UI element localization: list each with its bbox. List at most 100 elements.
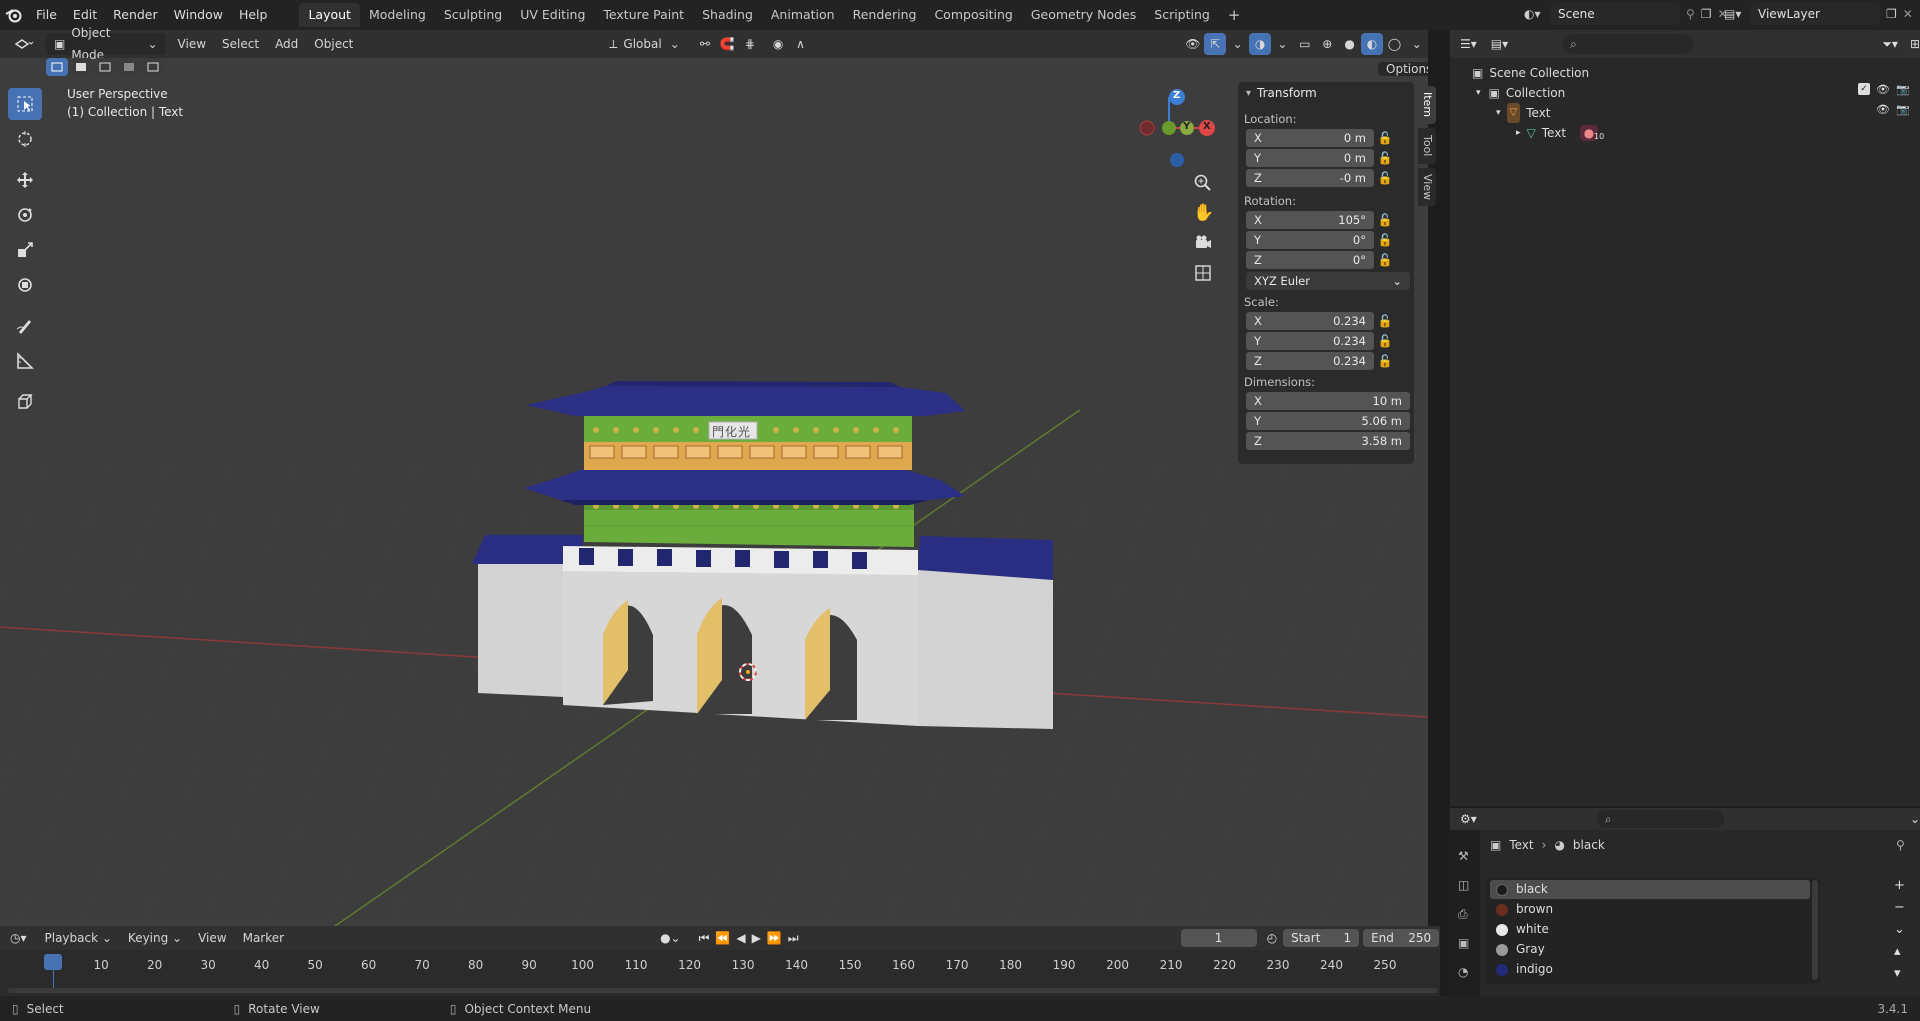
menu-object[interactable]: Object [306, 33, 361, 55]
scale-z-field[interactable]: Z 0.234 [1246, 351, 1374, 370]
pin-icon[interactable]: ⚲ [1686, 7, 1695, 21]
scene-selector[interactable]: ◐▾ Scene ⚲ ❐ ✕ [1524, 3, 1728, 25]
delete-viewlayer-icon[interactable]: ✕ [1903, 7, 1913, 21]
checkbox-icon[interactable]: ✓ [1858, 83, 1870, 95]
zoom-icon[interactable] [1193, 173, 1213, 193]
rotation-mode-dropdown[interactable]: XYZ Euler ⌄ [1246, 271, 1410, 290]
camera-icon[interactable]: 📷 [1896, 83, 1910, 96]
lock-icon[interactable]: 🔓 [1374, 352, 1396, 370]
jump-end-icon[interactable]: ⏭ [788, 931, 799, 946]
gizmo-z-label[interactable]: Z [1173, 90, 1180, 101]
viewlayer-selector[interactable]: ▤▾ ViewLayer ❐ ✕ [1724, 3, 1913, 25]
annotate-tool-icon[interactable] [8, 310, 42, 342]
list-scrollbar[interactable] [1812, 880, 1818, 980]
select-invert-icon[interactable] [118, 58, 140, 76]
shading-dropdown-icon[interactable]: ⌄ [1406, 33, 1428, 55]
remove-slot-icon[interactable]: − [1894, 898, 1905, 918]
ortho-grid-icon[interactable] [1193, 263, 1213, 283]
menu-file[interactable]: File [28, 0, 65, 30]
scene-name-field[interactable]: Scene [1550, 3, 1680, 25]
material-shading-icon[interactable]: ◐ [1360, 33, 1384, 55]
falloff-icon[interactable]: ∧ [789, 33, 811, 55]
tab-texture-paint[interactable]: Texture Paint [594, 3, 693, 27]
outliner-editor-icon[interactable]: ☰▾ [1460, 37, 1477, 51]
scale-tool-icon[interactable] [8, 234, 42, 266]
dimensions-x-field[interactable]: X 10 m [1246, 391, 1410, 410]
tab-tool[interactable]: Tool [1418, 128, 1436, 164]
select-intersect-icon[interactable] [142, 58, 164, 76]
options-button[interactable]: Options [1378, 62, 1428, 76]
expand-icon[interactable]: ▾ [1476, 83, 1481, 103]
jump-start-icon[interactable]: ⏮ [699, 931, 710, 946]
location-z-field[interactable]: Z -0 m [1246, 168, 1374, 187]
start-frame-field[interactable]: Start 1 [1283, 929, 1360, 947]
clock-icon[interactable]: ◴ [1267, 931, 1277, 945]
scene-collection-label[interactable]: Scene Collection [1489, 63, 1589, 83]
select-subtract-icon[interactable] [94, 58, 116, 76]
gizmo-dropdown-icon[interactable]: ⌄ [1226, 33, 1248, 55]
viewlayer-name-field[interactable]: ViewLayer [1750, 3, 1880, 25]
object-label[interactable]: Text [1526, 103, 1550, 123]
orientation-dropdown[interactable]: ⟂ Global ⌄ [601, 33, 687, 55]
tab-uv-editing[interactable]: UV Editing [511, 3, 594, 27]
scale-x-field[interactable]: X 0.234 [1246, 311, 1374, 330]
display-mode-icon[interactable]: ▤▾ [1491, 37, 1508, 51]
menu-window[interactable]: Window [166, 0, 231, 30]
filter-icon[interactable]: ⏷▾ [1882, 37, 1898, 52]
cursor-tool-icon[interactable] [8, 123, 42, 155]
dimensions-y-field[interactable]: Y 5.06 m [1246, 411, 1410, 430]
eye-icon[interactable]: 👁 [1876, 83, 1890, 96]
gizmo-toggle-icon[interactable]: ⇱ [1204, 33, 1227, 55]
add-workspace-icon[interactable]: + [1219, 3, 1250, 27]
tab-sculpting[interactable]: Sculpting [435, 3, 511, 27]
overlays-dropdown-icon[interactable]: ⌄ [1271, 33, 1293, 55]
lock-icon[interactable]: 🔓 [1374, 149, 1396, 167]
data-label[interactable]: Text [1542, 123, 1566, 143]
lock-icon[interactable]: 🔓 [1374, 169, 1396, 187]
tab-modeling[interactable]: Modeling [360, 3, 435, 27]
properties-search-input[interactable]: ⌕ [1596, 810, 1724, 828]
play-icon[interactable]: ▶ [752, 931, 761, 945]
eye-icon[interactable]: 👁 [1876, 103, 1890, 116]
material-slot-black[interactable]: black [1490, 880, 1810, 899]
mode-dropdown[interactable]: ▣ Object Mode ⌄ [45, 26, 166, 62]
lock-icon[interactable]: 🔓 [1374, 129, 1396, 147]
view-layer-props-icon[interactable]: ▣ [1458, 929, 1469, 958]
solid-shading-icon[interactable]: ● [1338, 33, 1360, 55]
tab-shading[interactable]: Shading [693, 3, 762, 27]
menu-marker[interactable]: Marker [235, 927, 292, 949]
transform-tool-icon[interactable] [8, 269, 42, 301]
scene-props-icon[interactable]: ◔ [1458, 958, 1469, 987]
collection-label[interactable]: Collection [1506, 83, 1565, 103]
gizmo-y-label[interactable]: Y [1183, 121, 1190, 132]
add-cube-tool-icon[interactable] [8, 386, 42, 418]
new-viewlayer-icon[interactable]: ❐ [1886, 7, 1897, 21]
select-box-tool-icon[interactable] [8, 88, 42, 120]
current-frame-field[interactable]: 1 [1180, 929, 1257, 947]
tab-rendering[interactable]: Rendering [844, 3, 926, 27]
rotation-y-field[interactable]: Y 0° [1246, 230, 1374, 249]
output-props-icon[interactable]: ⎙ [1458, 900, 1469, 929]
lock-icon[interactable]: 🔓 [1374, 332, 1396, 350]
lock-icon[interactable]: 🔓 [1374, 312, 1396, 330]
new-scene-icon[interactable]: ❐ [1701, 7, 1712, 21]
lock-icon[interactable]: 🔓 [1374, 251, 1396, 269]
material-slot-indigo[interactable]: indigo [1490, 960, 1810, 979]
new-collection-icon[interactable]: ⊞ [1910, 37, 1920, 51]
wireframe-shading-icon[interactable]: ⊕ [1316, 33, 1338, 55]
xray-icon[interactable]: ▭ [1294, 33, 1316, 55]
menu-playback[interactable]: Playback ⌄ [37, 927, 120, 949]
end-frame-field[interactable]: End 250 [1363, 929, 1440, 947]
pin-icon[interactable]: ⚲ [1896, 838, 1905, 852]
tab-animation[interactable]: Animation [762, 3, 844, 27]
expand-icon[interactable]: ▾ [1496, 103, 1501, 123]
menu-help[interactable]: Help [231, 0, 276, 30]
material-slot-white[interactable]: white [1490, 920, 1810, 939]
lock-icon[interactable]: 🔓 [1374, 211, 1396, 229]
move-up-icon[interactable]: ▴ [1894, 942, 1905, 962]
add-slot-icon[interactable]: + [1894, 876, 1905, 896]
transform-header[interactable]: ▾ Transform [1238, 82, 1414, 104]
rotation-x-field[interactable]: X 105° [1246, 210, 1374, 229]
location-y-field[interactable]: Y0 m [1246, 148, 1374, 167]
expand-icon[interactable]: ▸ [1516, 123, 1521, 143]
